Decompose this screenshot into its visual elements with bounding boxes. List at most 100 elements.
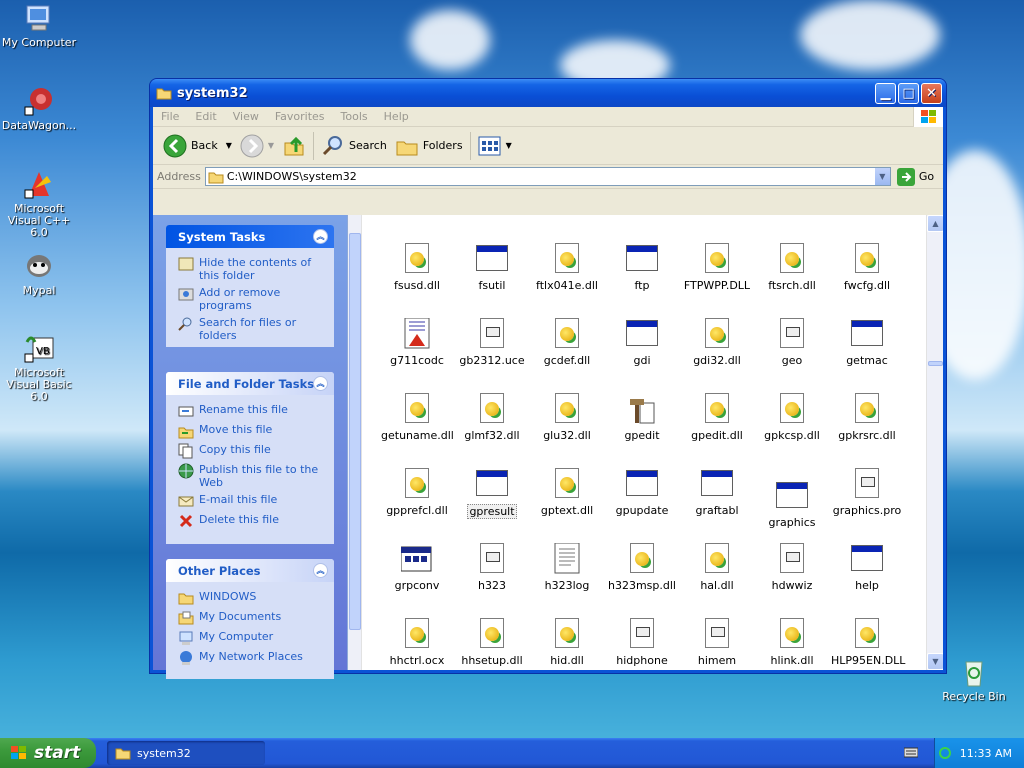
file-item[interactable]: fwcfg.dll <box>830 243 904 292</box>
task-copy-file[interactable]: Copy this file <box>178 443 326 459</box>
file-item[interactable]: h323log <box>530 542 604 592</box>
views-button[interactable]: ▼ <box>474 130 516 162</box>
explorer-window[interactable]: system32 ▁ □ ✕ File Edit View Favorites … <box>149 78 947 679</box>
minimize-button[interactable]: ▁ <box>875 82 896 104</box>
file-item[interactable]: glmf32.dll <box>455 393 529 442</box>
close-button[interactable]: ✕ <box>921 82 942 104</box>
forward-button[interactable]: ▼ <box>236 130 278 162</box>
file-item[interactable]: gpkcsp.dll <box>755 393 829 442</box>
folders-button[interactable]: Folders <box>391 130 467 162</box>
file-item[interactable]: hal.dll <box>680 543 754 592</box>
system-tasks-header[interactable]: System Tasks ︽ <box>166 225 334 248</box>
collapse-icon[interactable]: ︽ <box>313 563 328 578</box>
file-item[interactable]: hidphone <box>605 618 679 667</box>
chevron-down-icon[interactable]: ▼ <box>226 141 232 150</box>
menu-favorites[interactable]: Favorites <box>267 110 333 123</box>
file-item[interactable]: gb2312.uce <box>455 318 529 367</box>
address-input[interactable]: C:\WINDOWS\system32 ▼ <box>204 167 891 186</box>
file-item[interactable]: geo <box>755 318 829 367</box>
file-item[interactable]: fsusd.dll <box>380 243 454 292</box>
menu-edit[interactable]: Edit <box>187 110 224 123</box>
task-publish-web[interactable]: Publish this file to the Web <box>178 463 326 489</box>
file-view[interactable]: fsusd.dll fsutil ftlx041e.dll ftp FTPWPP.DLL… <box>347 215 943 670</box>
task-move-file[interactable]: Move this file <box>178 423 326 439</box>
file-item[interactable]: gpkrsrc.dll <box>830 393 904 442</box>
file-item[interactable]: graftabl <box>680 468 754 517</box>
file-item[interactable]: gpupdate <box>605 468 679 517</box>
file-item[interactable]: hhsetup.dll <box>455 618 529 667</box>
file-item[interactable]: gptext.dll <box>530 468 604 517</box>
start-button[interactable]: start <box>0 738 96 768</box>
chevron-down-icon[interactable]: ▼ <box>506 141 512 150</box>
file-item[interactable]: hid.dll <box>530 618 604 667</box>
file-item[interactable]: hhctrl.ocx <box>380 618 454 667</box>
place-my-computer[interactable]: My Computer <box>178 630 326 646</box>
left-scroll-thumb[interactable] <box>349 233 361 630</box>
file-item[interactable]: ftp <box>605 243 679 292</box>
task-search-files[interactable]: Search for files or folders <box>178 316 326 342</box>
file-item[interactable]: gpedit.dll <box>680 393 754 442</box>
file-item[interactable]: ftlx041e.dll <box>530 243 604 292</box>
recycle-tray-icon[interactable] <box>938 746 952 760</box>
file-item[interactable]: getmac <box>830 318 904 367</box>
file-item[interactable]: graphics <box>755 480 829 529</box>
task-rename-file[interactable]: Rename this file <box>178 403 326 419</box>
place-my-documents[interactable]: My Documents <box>178 610 326 626</box>
file-item[interactable]: gcdef.dll <box>530 318 604 367</box>
desktop-icon-visual-cpp[interactable]: Microsoft Visual C++ 6.0 <box>0 168 78 239</box>
menu-view[interactable]: View <box>225 110 267 123</box>
search-button[interactable]: Search <box>317 130 391 162</box>
file-item[interactable]: getuname.dll <box>380 393 454 442</box>
task-delete-file[interactable]: Delete this file <box>178 513 326 529</box>
scroll-thumb[interactable] <box>928 361 943 366</box>
file-item[interactable]: gdi <box>605 318 679 367</box>
collapse-icon[interactable]: ︽ <box>313 376 328 391</box>
task-add-remove-programs[interactable]: Add or remove programs <box>178 286 326 312</box>
file-item[interactable]: hlink.dll <box>755 618 829 667</box>
left-scrollbar[interactable] <box>348 215 362 670</box>
file-item[interactable]: HLP95EN.DLL <box>830 618 905 667</box>
file-item[interactable]: h323 <box>455 543 529 592</box>
menu-help[interactable]: Help <box>376 110 417 123</box>
file-item[interactable]: gpedit <box>605 393 679 442</box>
task-email-file[interactable]: E-mail this file <box>178 493 326 509</box>
file-item[interactable]: glu32.dll <box>530 393 604 442</box>
other-places-header[interactable]: Other Places ︽ <box>166 559 334 582</box>
desktop-icon-visual-basic[interactable]: VB Microsoft Visual Basic 6.0 <box>0 332 78 403</box>
menu-tools[interactable]: Tools <box>333 110 376 123</box>
up-folder-button[interactable] <box>278 130 310 162</box>
file-item[interactable]: gpresult <box>455 468 529 519</box>
file-item[interactable]: grpconv <box>380 543 454 592</box>
place-my-network[interactable]: My Network Places <box>178 650 326 666</box>
title-bar[interactable]: system32 ▁ □ ✕ <box>150 79 946 107</box>
file-tasks-header[interactable]: File and Folder Tasks ︽ <box>166 372 334 395</box>
file-item[interactable]: help <box>830 543 904 592</box>
address-dropdown[interactable]: ▼ <box>873 168 890 185</box>
file-item[interactable]: ftsrch.dll <box>755 243 829 292</box>
file-item[interactable]: fsutil <box>455 243 529 292</box>
chevron-down-icon[interactable]: ▼ <box>268 141 274 150</box>
scroll-up-button[interactable]: ▲ <box>927 215 943 232</box>
maximize-button[interactable]: □ <box>898 82 919 104</box>
scroll-down-button[interactable]: ▼ <box>927 653 943 670</box>
file-item[interactable]: gdi32.dll <box>680 318 754 367</box>
task-hide-folder-contents[interactable]: Hide the contents of this folder <box>178 256 326 282</box>
desktop-icon-datawagon[interactable]: DataWagon... <box>0 85 78 132</box>
taskbar-item-system32[interactable]: system32 <box>107 741 265 765</box>
back-button[interactable]: Back ▼ <box>159 130 236 162</box>
keyboard-icon[interactable] <box>904 746 918 758</box>
menu-file[interactable]: File <box>153 110 187 123</box>
collapse-icon[interactable]: ︽ <box>313 229 328 244</box>
file-item[interactable]: FTPWPP.DLL <box>680 243 754 292</box>
desktop-icon-my-computer[interactable]: My Computer <box>0 2 78 49</box>
desktop-icon-mypal[interactable]: Mypal <box>0 250 78 297</box>
file-item[interactable]: gpprefcl.dll <box>380 468 454 517</box>
vertical-scrollbar[interactable]: ▲ ▼ <box>926 215 943 670</box>
place-windows[interactable]: WINDOWS <box>178 590 326 606</box>
file-item[interactable]: h323msp.dll <box>605 543 679 592</box>
file-item[interactable]: graphics.pro <box>830 468 904 517</box>
file-item[interactable]: hdwwiz <box>755 543 829 592</box>
file-item[interactable]: himem <box>680 618 754 667</box>
file-item[interactable]: g711codc <box>380 317 454 367</box>
go-button[interactable]: Go <box>896 167 934 186</box>
